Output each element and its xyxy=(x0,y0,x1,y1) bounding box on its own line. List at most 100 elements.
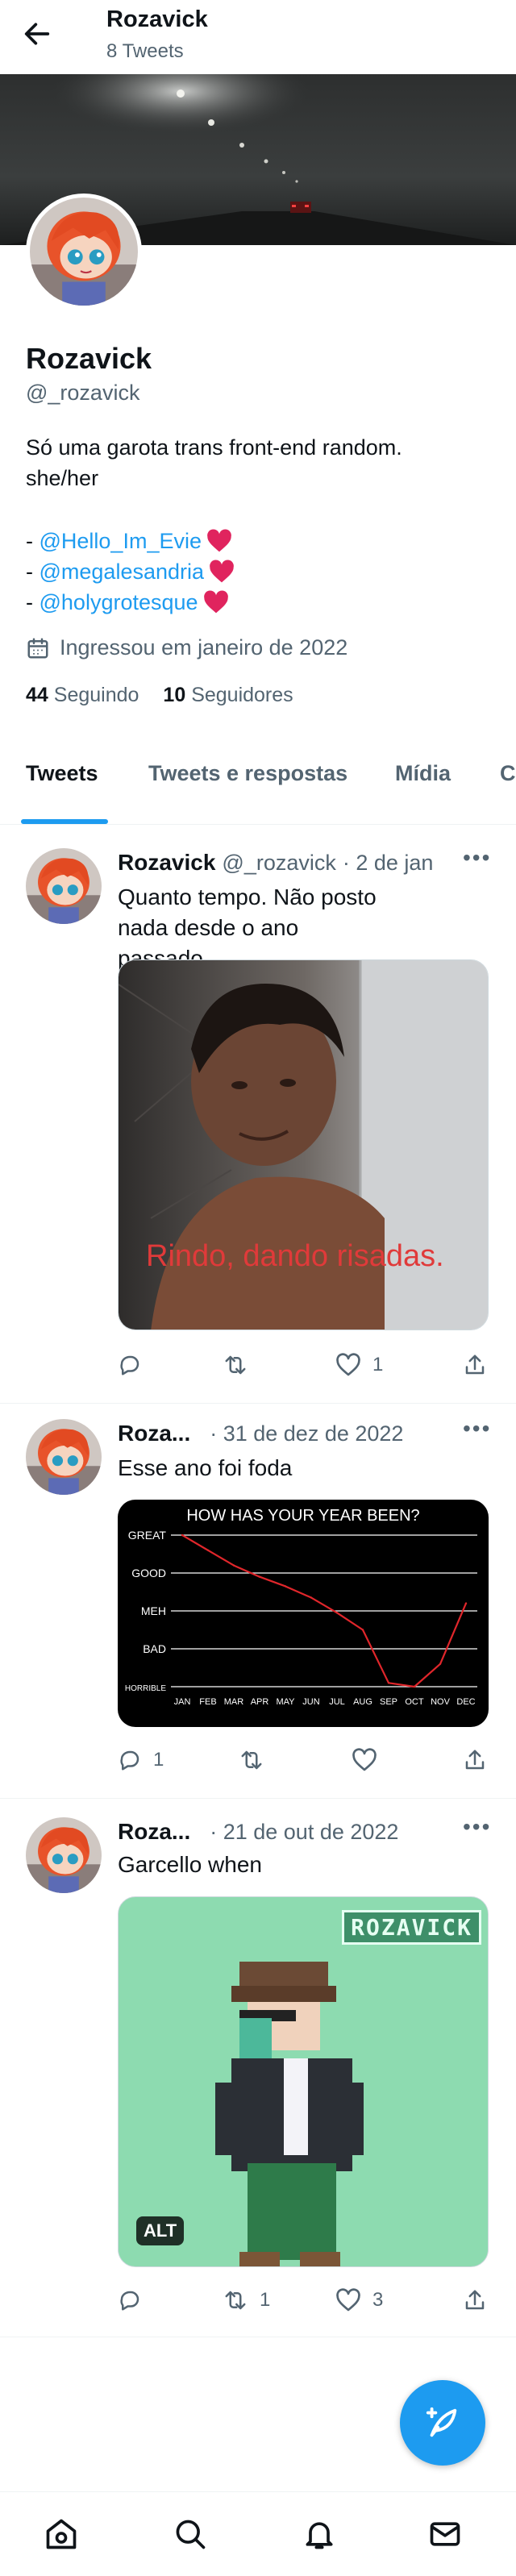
joined-row: Ingressou em janeiro de 2022 xyxy=(26,635,347,660)
tab-tweets[interactable]: Tweets xyxy=(26,761,98,786)
profile-avatar[interactable] xyxy=(26,194,142,310)
header-name: Rozavick xyxy=(106,6,208,32)
mention-link[interactable]: @holygrotesque xyxy=(40,587,198,618)
like-icon xyxy=(336,1353,360,1376)
tweet-date[interactable]: · 21 de out de 2022 xyxy=(210,1820,398,1845)
back-button[interactable] xyxy=(21,18,53,50)
bottom-nav xyxy=(0,2492,516,2576)
tweet-avatar[interactable] xyxy=(26,1419,102,1495)
following-label: Seguindo xyxy=(53,684,139,706)
tab-likes[interactable]: C xyxy=(500,761,516,786)
more-options-icon[interactable]: ••• xyxy=(463,1814,491,1840)
reply-button[interactable] xyxy=(118,2288,153,2312)
reply-button[interactable] xyxy=(118,1353,153,1377)
tweet-date[interactable]: · 2 de jan xyxy=(343,851,434,876)
like-button[interactable]: 1 xyxy=(335,1353,383,1377)
mention-prefix: - xyxy=(26,590,40,614)
share-button[interactable] xyxy=(463,2288,487,2312)
reply-button[interactable]: 1 xyxy=(118,1748,164,1772)
calendar-icon xyxy=(27,638,48,658)
chart-point xyxy=(335,1612,339,1614)
like-button[interactable]: 3 xyxy=(335,2288,383,2312)
share-icon xyxy=(465,1355,485,1375)
more-options-icon[interactable]: ••• xyxy=(463,845,491,871)
nav-search[interactable] xyxy=(173,2516,208,2552)
nav-messages[interactable] xyxy=(427,2516,463,2552)
chart-point xyxy=(387,1682,390,1684)
retweet-button[interactable]: 1 xyxy=(223,2288,270,2312)
chart-x-tick-label: DEC xyxy=(456,1697,475,1707)
retweet-button[interactable] xyxy=(223,1353,260,1377)
chart-y-tick-label: GREAT xyxy=(128,1529,167,1542)
back-arrow-icon xyxy=(24,23,50,45)
chart-x-tick-label: SEP xyxy=(380,1697,397,1707)
chart-x-tick-label: MAR xyxy=(224,1697,244,1707)
follow-stats: 44 Seguindo 10 Seguidores xyxy=(26,684,293,707)
year-chart: HOW HAS YOUR YEAR BEEN? HORRIBLE BAD MEH GO… xyxy=(125,1507,477,1707)
compose-tweet-icon xyxy=(426,2407,457,2437)
like-button[interactable] xyxy=(352,1748,389,1772)
tweet-image[interactable]: ROZAVICK ALT xyxy=(118,1896,489,2267)
chart-x-tick-label: MAY xyxy=(276,1697,295,1707)
share-button[interactable] xyxy=(463,1353,487,1377)
tweet-author-name[interactable]: Rozavick xyxy=(118,850,215,876)
notifications-icon xyxy=(306,2522,333,2549)
chart-title: HOW HAS YOUR YEAR BEEN? xyxy=(186,1507,419,1525)
profile-bio: Só uma garota trans front-end random. sh… xyxy=(26,432,402,493)
reply-icon xyxy=(120,1355,139,1375)
tab-media[interactable]: Mídia xyxy=(395,761,451,786)
compose-tweet-button[interactable] xyxy=(400,2380,485,2466)
mention-prefix: - xyxy=(26,560,40,584)
chart-y-tick-label: GOOD xyxy=(131,1567,166,1579)
chart-point xyxy=(310,1596,313,1599)
mention-link[interactable]: @Hello_Im_Evie xyxy=(40,526,202,556)
retweet-button[interactable] xyxy=(239,1748,276,1772)
like-icon xyxy=(336,2288,360,2312)
followers-link[interactable]: 10 Seguidores xyxy=(163,684,293,707)
chart-x-tick-label: JAN xyxy=(174,1697,191,1707)
tabs-divider xyxy=(0,824,516,825)
tweet-avatar[interactable] xyxy=(26,1817,102,1893)
reply-icon xyxy=(120,1750,139,1771)
tweet-text: Garcello when xyxy=(118,1852,262,1877)
chart-point xyxy=(464,1602,468,1604)
tweet-divider xyxy=(0,1798,516,1799)
tab-tweets-and-replies[interactable]: Tweets e respostas xyxy=(148,761,347,786)
tweet-header: Rozavick @_rozavick · 2 de jan xyxy=(118,850,433,876)
tweet-author-name[interactable]: Roza... xyxy=(118,1421,190,1446)
following-count: 44 xyxy=(26,684,48,706)
reply-icon xyxy=(120,2291,139,2311)
red-heart-icon xyxy=(207,529,231,552)
alt-text-badge[interactable]: ALT xyxy=(136,2216,185,2245)
more-options-icon[interactable]: ••• xyxy=(463,1416,491,1442)
tweet-divider xyxy=(0,1403,516,1404)
share-button[interactable] xyxy=(463,1748,487,1772)
tweet-header: Roza... · 31 de dez de 2022 xyxy=(118,1421,403,1446)
following-link[interactable]: 44 Seguindo xyxy=(26,684,139,707)
search-icon xyxy=(176,2520,206,2549)
mention-link[interactable]: @megalesandria xyxy=(40,556,205,587)
tweet-avatar[interactable] xyxy=(26,848,102,924)
chart-image[interactable]: HOW HAS YOUR YEAR BEEN? HORRIBLE BAD MEH GO… xyxy=(118,1500,489,1727)
chart-point xyxy=(413,1685,416,1688)
chart-x-tick-label: OCT xyxy=(405,1697,424,1707)
chart-x-tick-label: JUN xyxy=(302,1697,319,1707)
tweet-header: Roza... · 21 de out de 2022 xyxy=(118,1819,398,1845)
pixel-character-art xyxy=(215,1962,364,2266)
nav-home[interactable] xyxy=(44,2516,79,2552)
tweet-image[interactable]: Rindo, dando risadas. xyxy=(118,959,489,1330)
reply-count: 1 xyxy=(153,1749,164,1771)
chart-point xyxy=(258,1575,261,1578)
nav-notifications[interactable] xyxy=(302,2516,337,2552)
chart-point xyxy=(206,1549,210,1551)
tweet-date[interactable]: · 31 de dez de 2022 xyxy=(210,1421,403,1446)
retweet-count: 1 xyxy=(260,2289,271,2311)
chart-x-tick-label: AUG xyxy=(353,1697,372,1707)
retweet-icon xyxy=(241,1750,262,1770)
chart-x-tick-label: JUL xyxy=(329,1697,345,1707)
bio-line: she/her xyxy=(26,466,99,490)
chart-point xyxy=(284,1585,287,1588)
profile-name: Rozavick xyxy=(26,342,152,375)
chart-x-tick-label: NOV xyxy=(431,1697,451,1707)
tweet-author-name[interactable]: Roza... xyxy=(118,1819,190,1845)
